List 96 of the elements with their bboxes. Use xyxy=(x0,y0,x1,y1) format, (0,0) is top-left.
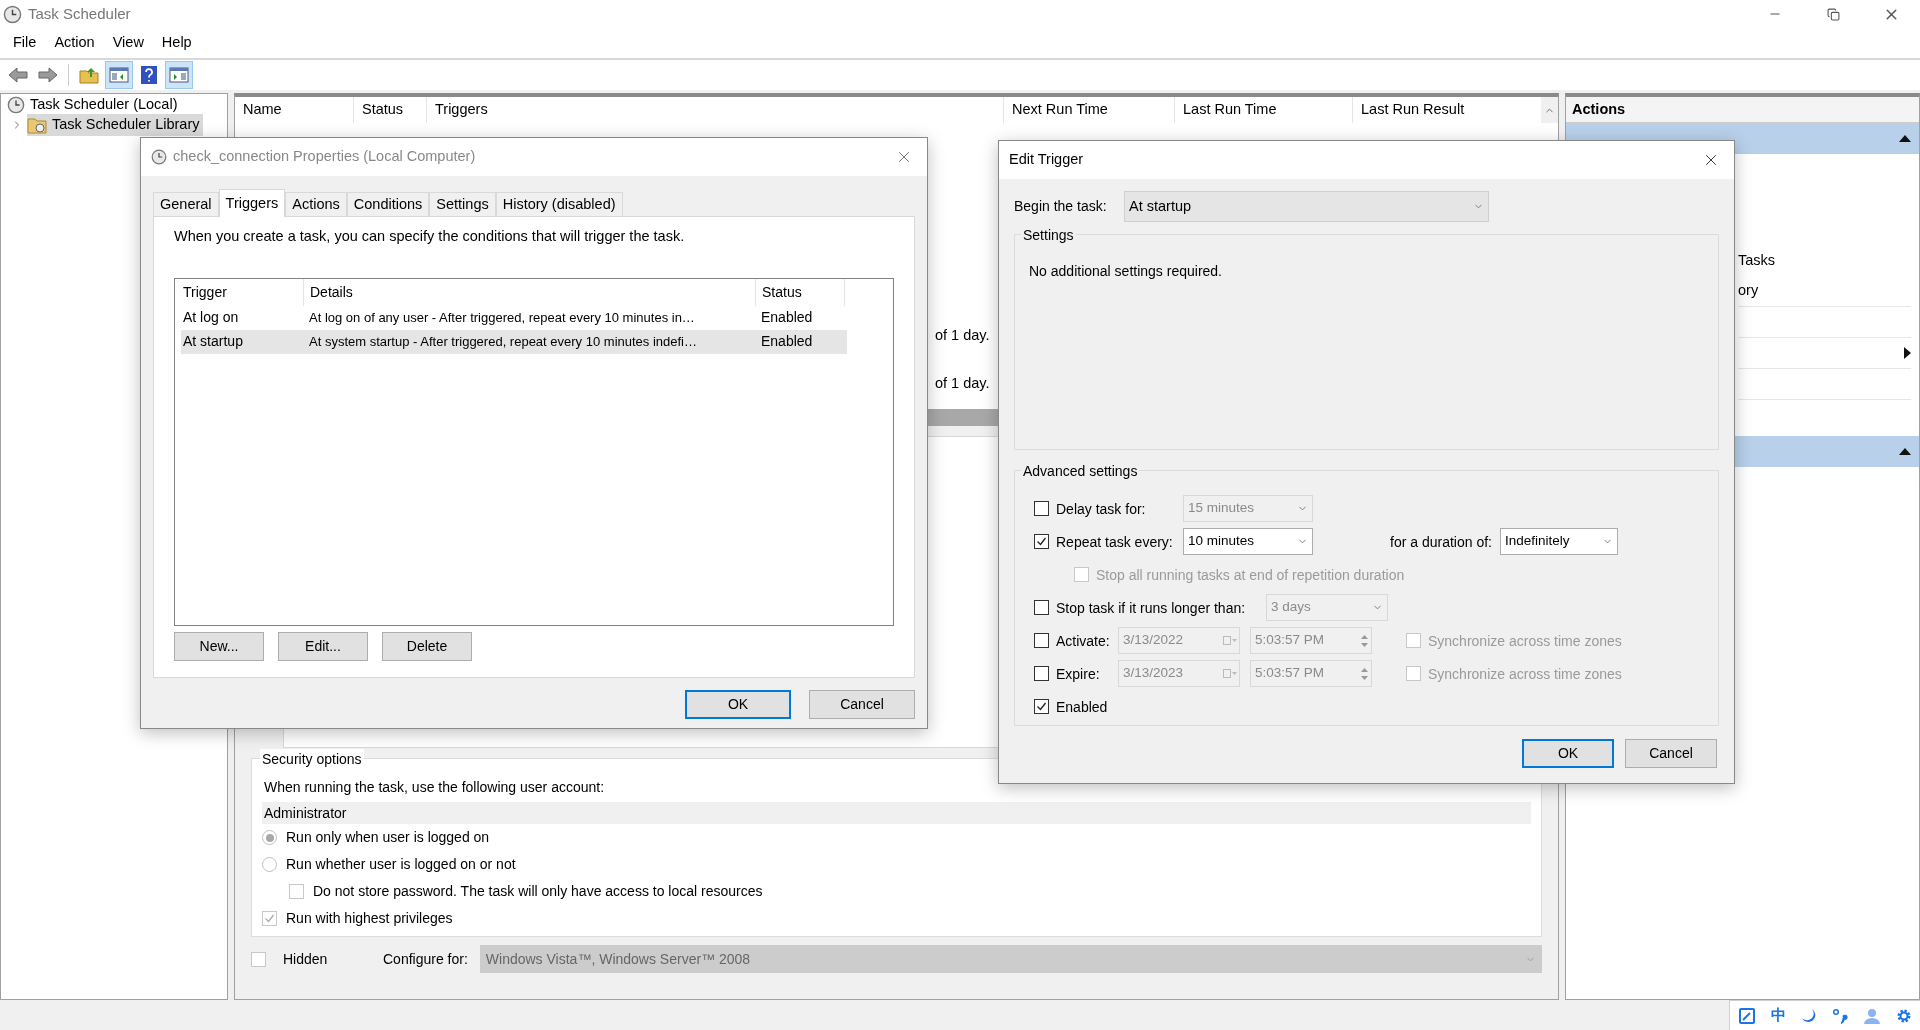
checkbox-label: Hidden xyxy=(283,949,329,969)
column-header[interactable]: Last Run Time xyxy=(1174,97,1352,123)
field-label: Enabled xyxy=(1056,698,1108,715)
action-pane-icon xyxy=(169,66,189,84)
cancel-button[interactable]: Cancel xyxy=(809,690,915,719)
column-header[interactable]: Status xyxy=(755,278,845,306)
settings-icon[interactable] xyxy=(1896,1007,1913,1024)
help-icon xyxy=(140,65,158,85)
trigger-row[interactable]: At log on At log on of any user - After triggered, repeat every 10 minutes in… Enabled xyxy=(181,305,847,330)
list-button[interactable]: New... xyxy=(174,631,264,661)
column-header[interactable]: Details xyxy=(303,278,755,306)
field-label: Delay task for: xyxy=(1056,499,1147,519)
description-text: When you create a task, you can specify the conditions that will trigger the task. xyxy=(174,227,686,246)
clock-icon xyxy=(151,149,167,165)
field-label: Configure for: xyxy=(383,949,468,969)
collapse-icon xyxy=(1899,448,1911,455)
window-title: Task Scheduler xyxy=(28,3,131,24)
table-cell-text: Enabled xyxy=(760,308,814,328)
menu-item[interactable]: File xyxy=(4,32,46,54)
pane-link[interactable]: ory xyxy=(1738,276,1919,306)
field-label: Activate: xyxy=(1056,631,1111,651)
actions-header: Actions xyxy=(1566,97,1919,123)
field-label: Repeat task every: xyxy=(1056,532,1174,552)
option-label: Run with highest privileges xyxy=(286,909,453,928)
table-cell-text: At system startup - After triggered, repeat every 10 minutes indefi… xyxy=(308,333,698,351)
dropdown[interactable]: Indefinitely xyxy=(1499,528,1618,555)
edit-box-icon[interactable] xyxy=(1737,1006,1756,1025)
pane-link[interactable]: Tasks xyxy=(1738,246,1919,276)
cancel-button[interactable]: Cancel xyxy=(1625,739,1717,768)
field-label: Synchronize across time zones xyxy=(1428,665,1622,682)
tab[interactable]: Actions xyxy=(285,192,347,216)
back-arrow-icon xyxy=(7,66,29,84)
configure-for-dropdown[interactable]: Windows Vista™, Windows Server™ 2008 xyxy=(479,945,1542,973)
tab[interactable]: Conditions xyxy=(346,192,430,216)
checkbox[interactable] xyxy=(1034,534,1049,549)
folder-up-icon xyxy=(79,66,99,84)
tree-item[interactable]: Task Scheduler (Local) xyxy=(1,95,227,115)
field-label: for a duration of: xyxy=(1390,533,1492,550)
tree-pane-icon xyxy=(109,66,129,84)
field-label: Stop all running tasks at end of repetition duration xyxy=(1096,566,1405,583)
tab[interactable]: History (disabled) xyxy=(495,192,623,216)
submenu-arrow-icon xyxy=(1904,347,1911,359)
tab[interactable]: Triggers xyxy=(218,189,286,217)
list-button[interactable]: Delete xyxy=(382,631,472,661)
account-field: Administrator xyxy=(262,802,1531,824)
column-header[interactable]: Next Run Time xyxy=(1003,97,1174,123)
dialog-title: check_connection Properties (Local Computer) xyxy=(173,147,476,167)
column-header[interactable]: Triggers xyxy=(426,97,1003,123)
menu-item[interactable]: Action xyxy=(45,32,104,54)
toolbar-button[interactable] xyxy=(165,61,193,89)
user-icon[interactable] xyxy=(1863,1007,1882,1024)
group-title: Security options xyxy=(260,749,364,770)
tab[interactable]: General xyxy=(153,192,219,216)
option-label: Do not store password. The task will only have access to local resources xyxy=(313,882,763,901)
field-label: Expire: xyxy=(1056,664,1101,684)
table-cell-text: At log on of any user - After triggered, repeat every 10 minutes in… xyxy=(308,309,696,327)
field-label: Stop task if it runs longer than: xyxy=(1056,598,1247,618)
toolbar-button[interactable] xyxy=(105,61,133,89)
list-button[interactable]: Edit... xyxy=(278,631,368,661)
option-label: Run whether user is logged on or not xyxy=(286,855,516,874)
column-header[interactable]: Status xyxy=(353,97,426,123)
ok-button[interactable]: OK xyxy=(1522,739,1614,768)
menu-item[interactable]: Help xyxy=(152,32,201,54)
table-cell-text: of 1 day. xyxy=(935,327,991,343)
moon-icon[interactable] xyxy=(1800,1007,1817,1024)
ime-mode-indicator[interactable]: 中 xyxy=(1770,1008,1786,1023)
field-label: Synchronize across time zones xyxy=(1428,632,1622,649)
calendar-icon xyxy=(1223,668,1237,679)
punctuation-icon[interactable] xyxy=(1832,1007,1849,1024)
dialog-title: Edit Trigger xyxy=(1009,150,1084,170)
checkbox[interactable] xyxy=(1034,699,1049,714)
table-cell-text: of 1 day. xyxy=(935,375,991,391)
settings-message: No additional settings required. xyxy=(1029,263,1222,279)
table-cell-text: At log on xyxy=(182,308,240,328)
collapse-icon xyxy=(1899,135,1911,142)
calendar-icon xyxy=(1223,635,1237,646)
clock-icon xyxy=(3,4,22,24)
radio-button[interactable] xyxy=(262,830,277,845)
trigger-row[interactable]: At startup At system startup - After triggered, repeat every 10 minutes indefi… Enabled xyxy=(181,329,847,354)
table-cell-text: At startup xyxy=(182,332,244,352)
begin-task-dropdown[interactable]: At startup xyxy=(1124,191,1489,222)
forward-arrow-icon xyxy=(37,66,59,84)
ok-button[interactable]: OK xyxy=(685,690,791,719)
option-label: Run only when user is logged on xyxy=(286,828,490,847)
table-cell-text: Enabled xyxy=(760,332,814,352)
account-label: When running the task, use the following user account: xyxy=(263,778,606,797)
folder-icon xyxy=(27,116,47,134)
column-header[interactable]: Name xyxy=(235,97,353,123)
menu-item[interactable]: View xyxy=(103,32,153,54)
field-label: Begin the task: xyxy=(1014,197,1108,216)
clock-icon xyxy=(7,96,25,114)
dropdown[interactable]: 10 minutes xyxy=(1183,528,1313,555)
radio-button[interactable] xyxy=(262,857,277,872)
column-header[interactable]: Trigger xyxy=(181,278,303,306)
column-header[interactable]: Last Run Result xyxy=(1352,97,1520,123)
tab[interactable]: Settings xyxy=(429,192,496,216)
